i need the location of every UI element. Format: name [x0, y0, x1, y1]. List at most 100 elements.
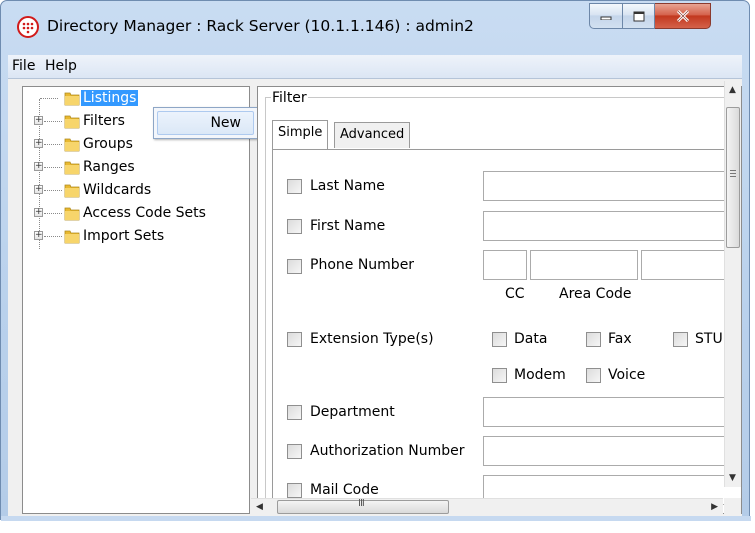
- phone-area-code-input[interactable]: [530, 250, 638, 280]
- filter-panel: Filter Simple Advanced Last Name First N…: [257, 86, 742, 514]
- fax-checkbox[interactable]: [586, 332, 601, 347]
- folder-icon: [64, 92, 80, 106]
- expand-icon[interactable]: +: [34, 185, 43, 194]
- tree-item-label: Filters: [83, 113, 125, 129]
- tree-item-label: Ranges: [83, 159, 135, 175]
- first-name-label: First Name: [310, 218, 386, 234]
- tree-connector: [44, 144, 62, 145]
- expand-icon[interactable]: +: [34, 231, 43, 240]
- authorization-number-input[interactable]: [483, 436, 741, 466]
- vertical-scrollbar[interactable]: ▲ ▼: [724, 81, 741, 487]
- modem-label: Modem: [514, 367, 566, 383]
- scroll-down-arrow-icon[interactable]: ▼: [729, 473, 736, 483]
- scroll-left-arrow-icon[interactable]: ◀: [256, 502, 263, 512]
- folder-icon: [64, 138, 80, 152]
- last-name-label: Last Name: [310, 178, 385, 194]
- mail-code-checkbox[interactable]: [287, 483, 302, 498]
- maximize-button[interactable]: [623, 3, 655, 29]
- window-title: Directory Manager : Rack Server (10.1.1.…: [47, 17, 474, 35]
- area-code-label: Area Code: [559, 286, 632, 302]
- authorization-number-checkbox[interactable]: [287, 444, 302, 459]
- folder-icon: [64, 230, 80, 244]
- stu-checkbox[interactable]: [673, 332, 688, 347]
- stu-label: STU: [695, 331, 723, 347]
- voice-label: Voice: [608, 367, 646, 383]
- caption-buttons: [589, 3, 711, 29]
- last-name-input[interactable]: [483, 171, 741, 201]
- department-label: Department: [310, 404, 395, 420]
- data-label: Data: [514, 331, 548, 347]
- minimize-icon: [600, 16, 612, 20]
- modem-checkbox[interactable]: [492, 368, 507, 383]
- horizontal-scroll-thumb[interactable]: III: [277, 498, 449, 514]
- tab-advanced[interactable]: Advanced: [334, 122, 411, 148]
- tree-item-import-sets[interactable]: + Import Sets: [23, 225, 249, 248]
- tree-connector: [44, 121, 62, 122]
- tree-connector: [44, 167, 62, 168]
- scroll-right-arrow-icon[interactable]: ▶: [711, 502, 718, 512]
- vertical-scroll-thumb[interactable]: [726, 107, 740, 248]
- tab-simple[interactable]: Simple: [272, 120, 329, 149]
- data-checkbox[interactable]: [492, 332, 507, 347]
- navigation-tree[interactable]: Listings + Filters + Groups + Ranges + W…: [22, 86, 258, 514]
- cc-label: CC: [505, 286, 525, 302]
- simple-tab-pane: Last Name First Name Phone Number CC Are…: [272, 149, 741, 509]
- tree-item-wildcards[interactable]: + Wildcards: [23, 179, 249, 202]
- folder-icon: [64, 115, 80, 129]
- filter-legend: Filter: [271, 90, 308, 106]
- tree-item-label: Listings: [81, 90, 139, 106]
- maximize-icon: [633, 11, 644, 21]
- close-button[interactable]: [655, 3, 711, 29]
- voice-checkbox[interactable]: [586, 368, 601, 383]
- tree-item-label: Access Code Sets: [83, 205, 206, 221]
- extension-types-label: Extension Type(s): [310, 331, 434, 347]
- tree-item-access-code-sets[interactable]: + Access Code Sets: [23, 202, 249, 225]
- scrollbar-corner: [724, 498, 741, 515]
- tree-item-label: Import Sets: [83, 228, 165, 244]
- tree-connector: [40, 98, 58, 99]
- phone-number-checkbox[interactable]: [287, 259, 302, 274]
- title-bar[interactable]: Directory Manager : Rack Server (10.1.1.…: [1, 1, 749, 55]
- folder-icon: [64, 184, 80, 198]
- application-window: Directory Manager : Rack Server (10.1.1.…: [0, 0, 755, 533]
- phone-number-label: Phone Number: [310, 257, 415, 273]
- menu-help[interactable]: Help: [45, 58, 77, 74]
- tree-item-label: Wildcards: [83, 182, 152, 198]
- menu-file[interactable]: File: [12, 58, 35, 74]
- tree-connector: [44, 213, 62, 214]
- department-input[interactable]: [483, 397, 741, 427]
- minimize-button[interactable]: [589, 3, 623, 29]
- tree-item-label: Groups: [83, 136, 133, 152]
- close-icon: [676, 10, 689, 22]
- context-menu: New: [153, 107, 258, 139]
- grip-icon: III: [358, 498, 365, 509]
- tree-connector: [44, 236, 62, 237]
- phone-cc-input[interactable]: [483, 250, 527, 280]
- first-name-checkbox[interactable]: [287, 219, 302, 234]
- last-name-checkbox[interactable]: [287, 179, 302, 194]
- fax-label: Fax: [608, 331, 632, 347]
- phone-logo-icon: [17, 16, 39, 38]
- context-menu-new[interactable]: New: [157, 111, 254, 135]
- expand-icon[interactable]: +: [34, 162, 43, 171]
- client-area: Listings + Filters + Groups + Ranges + W…: [8, 79, 742, 516]
- expand-icon[interactable]: +: [34, 116, 43, 125]
- expand-icon[interactable]: +: [34, 139, 43, 148]
- horizontal-scrollbar[interactable]: ◀ III ▶: [251, 498, 723, 515]
- department-checkbox[interactable]: [287, 405, 302, 420]
- folder-icon: [64, 161, 80, 175]
- menu-bar: File Help: [8, 55, 742, 79]
- tree-connector: [44, 190, 62, 191]
- authorization-number-label: Authorization Number: [310, 443, 465, 459]
- expand-icon[interactable]: +: [34, 208, 43, 217]
- first-name-input[interactable]: [483, 211, 741, 241]
- grip-icon: [730, 170, 736, 177]
- window-bottom-border: [1, 516, 751, 521]
- context-menu-new-label: New: [210, 115, 241, 131]
- mail-code-label: Mail Code: [310, 482, 379, 498]
- extension-types-checkbox[interactable]: [287, 332, 302, 347]
- tree-item-ranges[interactable]: + Ranges: [23, 156, 249, 179]
- scroll-up-arrow-icon[interactable]: ▲: [729, 85, 736, 95]
- folder-icon: [64, 207, 80, 221]
- window-frame: Directory Manager : Rack Server (10.1.1.…: [0, 0, 751, 521]
